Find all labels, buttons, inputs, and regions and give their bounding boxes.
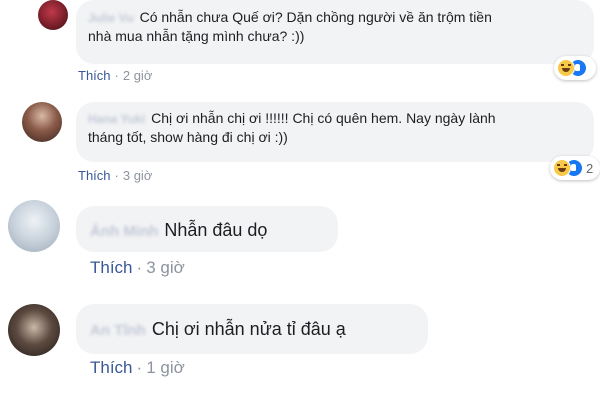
avatar[interactable] — [22, 102, 62, 142]
comment-text-line-1: Có nhẫn chưa Quế ơi? Dặn chồng người về … — [139, 9, 492, 25]
avatar[interactable] — [8, 304, 60, 356]
comment-meta: Thích · 1 giờ — [90, 358, 185, 378]
like-link[interactable]: Thích — [78, 68, 111, 83]
reaction-summary[interactable] — [554, 56, 596, 80]
like-link[interactable]: Thích — [90, 258, 133, 277]
comment-time[interactable]: 1 giờ — [146, 358, 185, 377]
haha-icon — [557, 59, 575, 77]
comment-bubble: An Tĩnh Chị ơi nhẫn nửa tỉ đâu ạ — [76, 304, 428, 354]
author-name[interactable]: Hana Yuki — [88, 111, 145, 127]
comment-text-line-2: nhà mua nhẫn tặng mình chưa? :)) — [88, 27, 305, 44]
meta-separator: · — [136, 358, 143, 377]
meta-separator: · — [114, 68, 119, 83]
comment-2: Hana Yuki Chị ơi nhẫn chị ơi !!!!!! Chị c… — [0, 98, 600, 190]
author-name[interactable]: An Tĩnh — [90, 321, 146, 341]
avatar[interactable] — [38, 0, 68, 30]
comment-meta: Thích · 3 giờ — [78, 168, 152, 183]
avatar[interactable] — [8, 200, 60, 252]
author-name[interactable]: Julie Vu — [88, 10, 134, 26]
comment-bubble: Julie Vu Có nhẫn chưa Quế ơi? Dặn chồng n… — [76, 0, 594, 64]
haha-icon — [553, 159, 571, 177]
comment-time[interactable]: 2 giờ — [123, 68, 153, 83]
comment-3: Ánh Minh Nhẫn đâu dọ Thích · 3 giờ — [0, 200, 600, 292]
comment-time[interactable]: 3 giờ — [123, 168, 153, 183]
comment-time[interactable]: 3 giờ — [146, 258, 185, 277]
comment-meta: Thích · 2 giờ — [78, 68, 152, 83]
like-link[interactable]: Thích — [90, 358, 133, 377]
author-name[interactable]: Ánh Minh — [90, 222, 158, 242]
meta-separator: · — [114, 168, 119, 183]
comment-meta: Thích · 3 giờ — [90, 258, 185, 278]
comment-bubble: Hana Yuki Chị ơi nhẫn chị ơi !!!!!! Chị c… — [76, 102, 594, 162]
meta-separator: · — [136, 258, 143, 277]
like-link[interactable]: Thích — [78, 168, 111, 183]
comment-4: An Tĩnh Chị ơi nhẫn nửa tỉ đâu ạ Thích · 1 … — [0, 300, 600, 400]
reaction-summary[interactable]: 2 — [550, 156, 600, 180]
comment-bubble: Ánh Minh Nhẫn đâu dọ — [76, 206, 338, 252]
reaction-count: 2 — [586, 160, 594, 176]
comment-text: Nhẫn đâu dọ — [164, 220, 268, 240]
comment-1: Julie Vu Có nhẫn chưa Quế ơi? Dặn chồng n… — [0, 0, 600, 92]
comment-text-line-1: Chị ơi nhẫn chị ơi !!!!!! Chị có quên he… — [151, 110, 496, 126]
comment-text: Chị ơi nhẫn nửa tỉ đâu ạ — [151, 319, 346, 339]
comment-text-line-2: tháng tốt, show hàng đi chị ơi :)) — [88, 128, 288, 145]
